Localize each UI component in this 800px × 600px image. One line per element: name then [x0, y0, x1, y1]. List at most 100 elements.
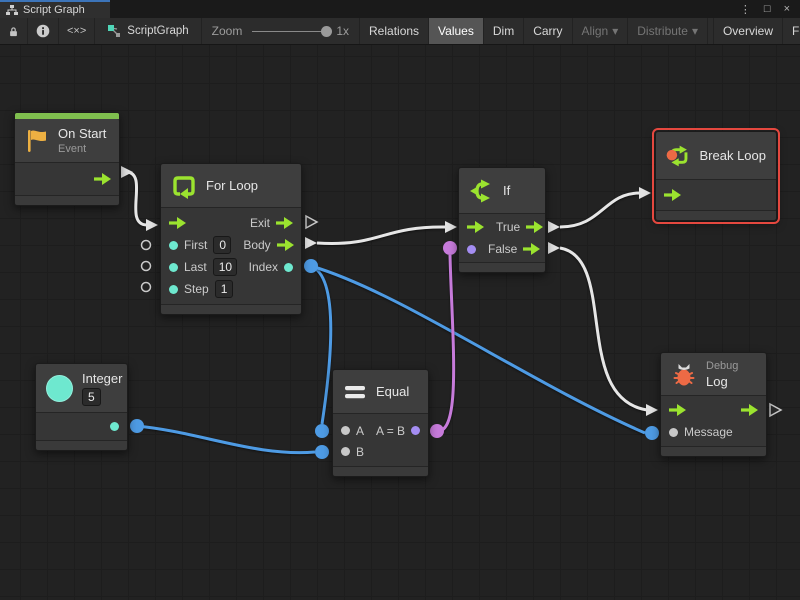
b-port-dot[interactable]: [341, 447, 350, 456]
port-row-last-index: Last 10 Index: [161, 256, 301, 278]
close-icon[interactable]: ×: [784, 3, 790, 15]
values-label: Values: [438, 24, 474, 38]
if-header: If: [459, 168, 545, 214]
relations-label: Relations: [369, 24, 419, 38]
result-port-dot[interactable]: [411, 426, 420, 435]
step-port-dot[interactable]: [169, 285, 178, 294]
exit-port-label: Exit: [250, 216, 270, 230]
equals-icon: [343, 382, 367, 402]
port-row-true: True: [459, 216, 545, 238]
port-row-first-body: First 0 Body: [161, 234, 301, 256]
index-port-label: Index: [249, 260, 278, 274]
graph-canvas[interactable]: [0, 45, 800, 600]
flow-in-arrow-icon[interactable]: [169, 217, 186, 229]
first-port-dot[interactable]: [169, 241, 178, 250]
toolbar: <×> ScriptGraph Zoom 1x Relations Values…: [0, 18, 800, 45]
fullscreen-button[interactable]: Full Screen: [783, 18, 800, 44]
node-footer: [161, 304, 301, 314]
distribute-button[interactable]: Distribute ▾: [628, 18, 708, 44]
node-on-start[interactable]: On Start Event: [14, 112, 120, 206]
step-value-field[interactable]: 1: [215, 280, 234, 298]
zoom-slider-handle[interactable]: [321, 26, 332, 37]
node-break-loop[interactable]: Break Loop: [655, 131, 777, 221]
flow-out-arrow-icon[interactable]: [94, 173, 111, 185]
port-row-b: B: [333, 441, 428, 462]
message-port-dot[interactable]: [669, 428, 678, 437]
step-port-label: Step: [184, 282, 209, 296]
equal-header: Equal: [333, 370, 428, 414]
graph-breadcrumb[interactable]: ScriptGraph: [95, 18, 201, 44]
tab-script-graph[interactable]: Script Graph: [0, 0, 110, 18]
flow-in-arrow-icon[interactable]: [467, 221, 484, 233]
node-footer: [656, 210, 776, 220]
flow-out-arrow-icon[interactable]: [741, 404, 758, 416]
node-category: Debug: [706, 360, 738, 372]
flag-icon: [25, 128, 49, 154]
true-out-arrow-icon[interactable]: [526, 221, 543, 233]
result-port-label: A = B: [376, 424, 405, 438]
node-for-loop[interactable]: For Loop Exit First 0 Body: [160, 163, 302, 315]
first-value-field[interactable]: 0: [213, 236, 231, 254]
node-title: Integer: [82, 371, 122, 386]
bug-icon: [671, 361, 697, 387]
values-button[interactable]: Values: [429, 18, 484, 44]
flow-in-arrow-icon[interactable]: [669, 404, 686, 416]
a-port-dot[interactable]: [341, 426, 350, 435]
node-title: For Loop: [206, 178, 258, 193]
script-graph-icon: [107, 25, 121, 38]
dim-button[interactable]: Dim: [484, 18, 524, 44]
integer-out-dot[interactable]: [110, 422, 119, 431]
index-port-dot[interactable]: [284, 263, 293, 272]
titlebar: Script Graph ⋮ □ ×: [0, 0, 800, 18]
port-row-flow: [661, 399, 766, 421]
false-port-label: False: [488, 242, 517, 256]
port-row-false: False: [459, 238, 545, 260]
port-row-message: Message: [661, 421, 766, 443]
body-out-arrow-icon[interactable]: [277, 239, 294, 251]
dim-label: Dim: [493, 24, 514, 38]
node-footer: [459, 262, 545, 272]
node-equal[interactable]: Equal A A = B B: [332, 369, 429, 477]
node-debug-log[interactable]: Debug Log Message: [660, 352, 767, 457]
port-row-step: Step 1: [161, 278, 301, 300]
relations-button[interactable]: Relations: [360, 18, 429, 44]
on-start-header: On Start Event: [15, 119, 119, 163]
false-out-arrow-icon[interactable]: [523, 243, 540, 255]
node-footer: [15, 195, 119, 205]
node-footer: [661, 446, 766, 456]
maximize-icon[interactable]: □: [764, 3, 771, 15]
node-title: Log: [706, 374, 738, 389]
port-row-a-result: A A = B: [333, 420, 428, 441]
overview-label: Overview: [723, 24, 773, 38]
integer-value-field[interactable]: 5: [82, 388, 101, 406]
port-row-flow-in: [656, 183, 776, 207]
zoom-slider[interactable]: [252, 31, 330, 32]
code-view-button[interactable]: <×>: [59, 18, 95, 44]
node-if[interactable]: If True False: [458, 167, 546, 273]
window-menu-icon[interactable]: ⋮: [740, 3, 751, 16]
info-button[interactable]: [28, 18, 59, 44]
overview-button[interactable]: Overview: [714, 18, 783, 44]
node-title: Equal: [376, 384, 409, 399]
window-controls: ⋮ □ ×: [740, 0, 800, 18]
distribute-label: Distribute: [637, 24, 688, 38]
flow-in-arrow-icon[interactable]: [664, 189, 681, 201]
true-port-label: True: [496, 220, 520, 234]
condition-port-dot[interactable]: [467, 245, 476, 254]
lock-button[interactable]: [0, 18, 28, 44]
debug-log-header: Debug Log: [661, 353, 766, 396]
zoom-control: Zoom 1x: [202, 18, 360, 44]
if-branch-icon: [469, 178, 494, 204]
last-port-dot[interactable]: [169, 263, 178, 272]
break-loop-icon: [666, 143, 691, 169]
align-button[interactable]: Align ▾: [573, 18, 629, 44]
node-integer[interactable]: Integer 5: [35, 363, 128, 451]
last-value-field[interactable]: 10: [213, 258, 237, 276]
node-footer: [36, 440, 127, 450]
chevron-down-icon: ▾: [692, 24, 698, 38]
graph-tab-icon: [6, 5, 18, 16]
carry-button[interactable]: Carry: [524, 18, 572, 44]
zoom-value: 1x: [336, 24, 349, 38]
exit-out-arrow-icon[interactable]: [276, 217, 293, 229]
first-port-label: First: [184, 238, 207, 252]
